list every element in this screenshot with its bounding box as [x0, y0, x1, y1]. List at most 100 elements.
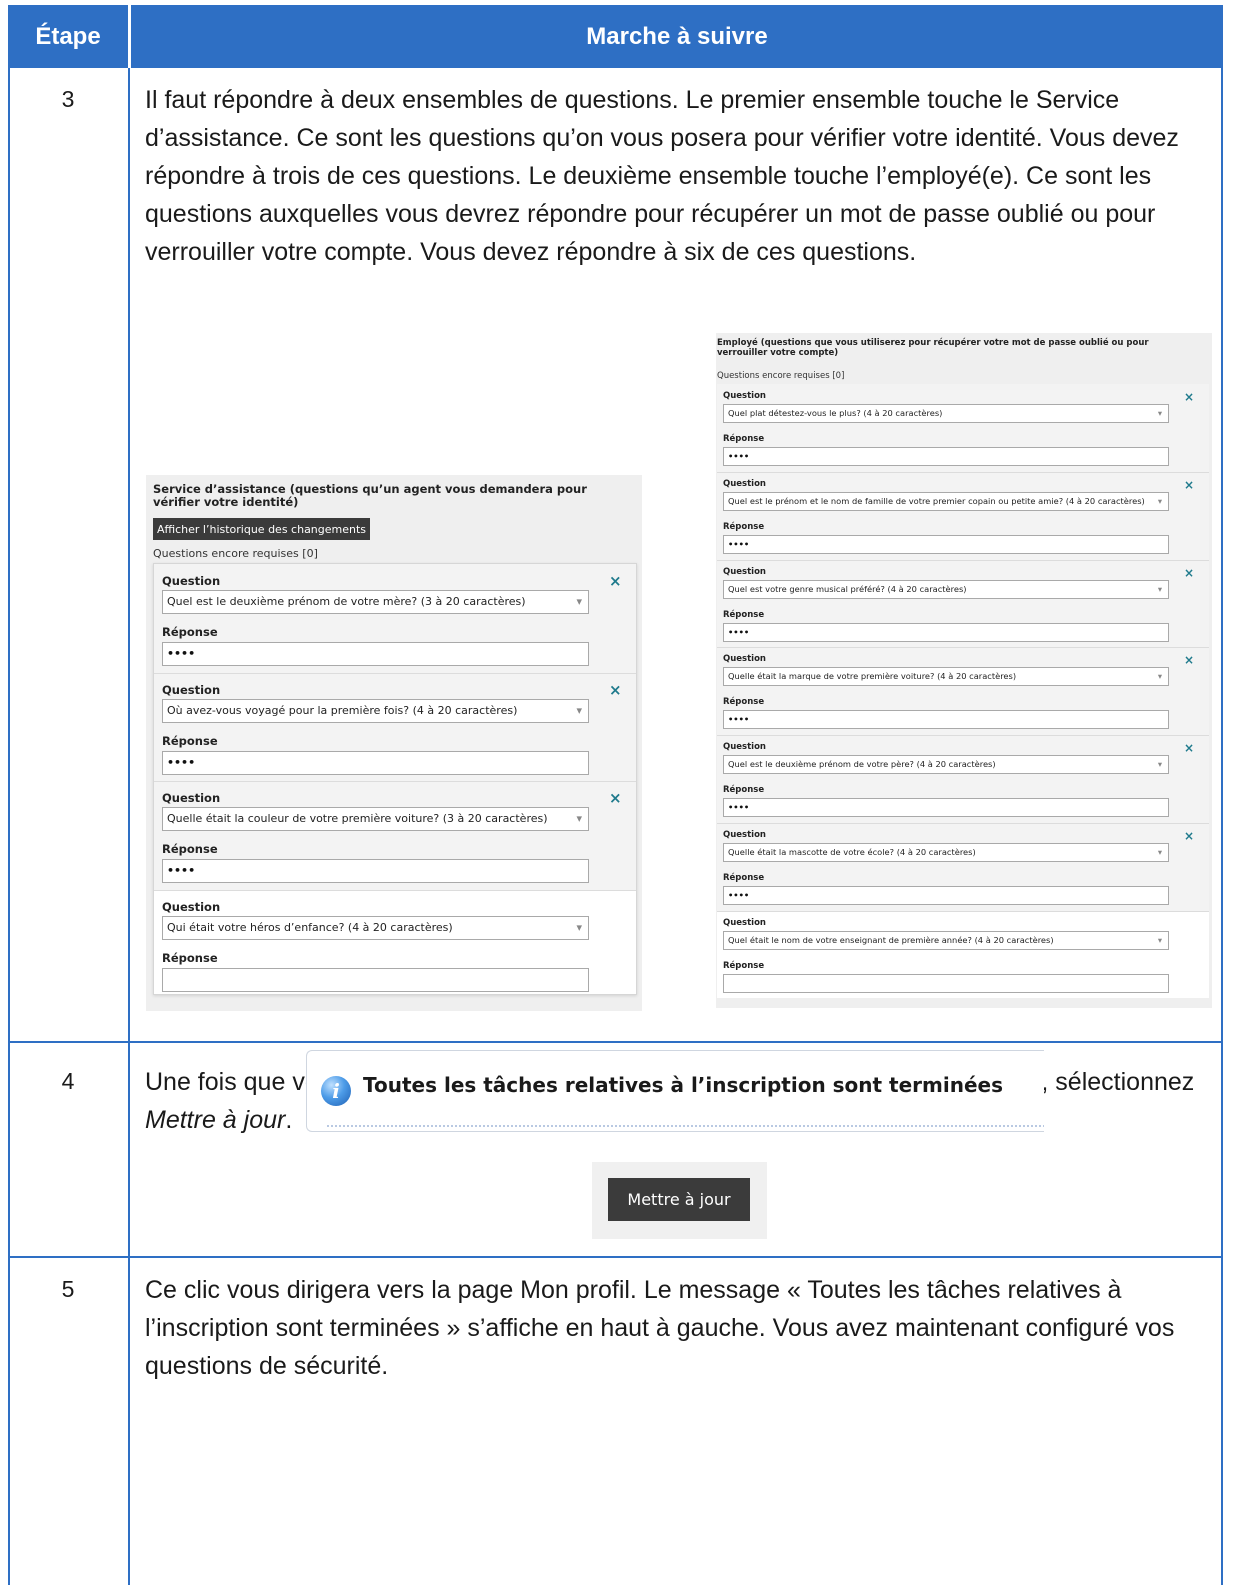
question-item: Question Qui était votre héros d’enfance?…: [154, 889, 636, 999]
column-header-procedure: Marche à suivre: [586, 22, 768, 50]
answer-input[interactable]: ••••: [723, 534, 1169, 554]
question-item: Question Quel est le prénom et le nom de …: [717, 471, 1209, 560]
item-divider: [154, 889, 636, 891]
panel-title: Service d’assistance (questions qu’un ag…: [153, 482, 587, 509]
remove-question-icon[interactable]: ×: [1184, 653, 1194, 667]
question-select[interactable]: Qui était votre héros d’enfance? (4 à 20…: [162, 915, 589, 940]
answer-input[interactable]: ••••: [162, 750, 589, 775]
question-select[interactable]: Où avez-vous voyagé pour la première foi…: [162, 698, 589, 723]
item-divider: [717, 735, 1209, 737]
question-text: Où avez-vous voyagé pour la première foi…: [167, 703, 518, 717]
answer-label: Réponse: [723, 697, 765, 708]
question-select[interactable]: Quelle était la couleur de votre premièr…: [162, 807, 589, 831]
chevron-down-icon: ▾: [1154, 668, 1162, 686]
chevron-down-icon: ▾: [573, 916, 582, 939]
question-label: Question: [162, 682, 221, 697]
answer-label: Réponse: [723, 434, 765, 444]
question-select[interactable]: Quelle était la mascotte de votre école?…: [723, 843, 1169, 862]
remove-question-icon[interactable]: ×: [609, 572, 622, 590]
question-item: Question Quel était le nom de votre ensei…: [717, 910, 1209, 999]
update-button[interactable]: Mettre à jour: [608, 1178, 750, 1221]
chevron-down-icon: ▾: [573, 699, 582, 722]
answer-input[interactable]: ••••: [162, 642, 589, 666]
banner-divider: [327, 1125, 1044, 1127]
question-select[interactable]: Quel était le nom de votre enseignant de…: [723, 930, 1169, 950]
step-text: Il faut répondre à deux ensembles de que…: [145, 86, 1179, 266]
question-label: Question: [723, 391, 766, 401]
question-label: Question: [162, 791, 221, 805]
question-text: Quelle était la couleur de votre premièr…: [167, 812, 548, 825]
step-text-part: .: [285, 1106, 293, 1134]
question-select[interactable]: Quelle était la marque de votre première…: [723, 667, 1169, 687]
question-text: Quelle était la marque de votre première…: [728, 671, 1017, 682]
employee-questions-panel: Employé (questions que vous utiliserez p…: [716, 333, 1212, 1008]
answer-label: Réponse: [162, 733, 218, 748]
remove-question-icon[interactable]: ×: [1184, 478, 1194, 492]
chevron-down-icon: ▾: [1154, 405, 1162, 422]
remove-question-icon[interactable]: ×: [609, 789, 622, 807]
answer-input[interactable]: ••••: [723, 622, 1169, 642]
panel-title: Employé (questions que vous utiliserez p…: [717, 338, 1149, 358]
question-text: Quelle était la mascotte de votre école?…: [728, 847, 976, 857]
question-text: Quel était le nom de votre enseignant de…: [728, 934, 1054, 945]
question-text: Quel est le prénom et le nom de famille …: [728, 495, 1145, 506]
answer-input[interactable]: ••••: [723, 710, 1169, 730]
answer-input[interactable]: ••••: [723, 886, 1169, 905]
table-right-border: [1221, 68, 1223, 1585]
step-text: Ce clic vous dirigera vers la page Mon p…: [145, 1276, 1175, 1380]
question-item: Question Quelle était la couleur de votre…: [154, 781, 636, 890]
chevron-down-icon: ▾: [1154, 580, 1162, 598]
question-item: Question Quelle était la marque de votre …: [717, 647, 1209, 736]
question-label: Question: [162, 574, 221, 588]
remove-question-icon[interactable]: ×: [1184, 390, 1194, 404]
question-label: Question: [723, 742, 766, 753]
answer-label: Réponse: [162, 842, 218, 856]
question-select[interactable]: Quel est le deuxième prénom de votre mèr…: [162, 590, 589, 614]
item-divider: [717, 471, 1209, 473]
step-text-emphasis: Mettre à jour: [145, 1106, 286, 1134]
question-label: Question: [723, 830, 766, 840]
question-item: Question Quel plat détestez-vous le plus?…: [717, 384, 1209, 472]
chevron-down-icon: ▾: [1154, 756, 1162, 774]
item-divider: [717, 910, 1209, 912]
row-divider: [8, 1041, 1223, 1043]
question-list: Question Quel est le deuxième prénom de v…: [153, 563, 637, 995]
remove-question-icon[interactable]: ×: [1184, 829, 1194, 843]
answer-label: Réponse: [723, 960, 765, 971]
chevron-down-icon: ▾: [573, 808, 582, 830]
item-divider: [154, 781, 636, 782]
remove-question-icon[interactable]: ×: [1184, 741, 1194, 755]
required-count: Questions encore requises [0]: [153, 547, 318, 560]
answer-input[interactable]: ••••: [162, 859, 589, 883]
update-button-screenshot: Mettre à jour: [592, 1162, 767, 1239]
remove-question-icon[interactable]: ×: [609, 681, 622, 699]
item-divider: [717, 647, 1209, 649]
show-history-button[interactable]: Afficher l’historique des changements: [153, 518, 370, 540]
item-divider: [154, 672, 636, 674]
answer-input[interactable]: [723, 973, 1169, 993]
answer-label: Réponse: [723, 521, 765, 532]
info-icon: i: [321, 1076, 351, 1106]
question-text: Quel est le deuxième prénom de votre mèr…: [167, 595, 526, 608]
banner-message: Toutes les tâches relatives à l’inscript…: [363, 1073, 1004, 1097]
question-item: Question Quel est votre genre musical pré…: [717, 559, 1209, 648]
question-item: Question Quel est le deuxième prénom de v…: [154, 564, 636, 673]
question-label: Question: [723, 566, 766, 577]
answer-input[interactable]: ••••: [723, 798, 1169, 818]
table-left-border: [8, 68, 10, 1585]
question-select[interactable]: Quel est votre genre musical préféré? (4…: [723, 579, 1169, 599]
question-select[interactable]: Quel est le prénom et le nom de famille …: [723, 491, 1169, 511]
remove-question-icon[interactable]: ×: [1184, 566, 1194, 580]
question-label: Question: [723, 917, 766, 928]
question-select[interactable]: Quel est le deuxième prénom de votre pèr…: [723, 755, 1169, 775]
answer-input[interactable]: [162, 967, 589, 992]
column-divider: [128, 68, 130, 1585]
question-label: Question: [723, 654, 766, 665]
question-item: Question Quel est le deuxième prénom de v…: [717, 735, 1209, 823]
answer-label: Réponse: [723, 609, 765, 620]
registration-complete-banner: i Toutes les tâches relatives à l’inscri…: [306, 1050, 1044, 1132]
question-select[interactable]: Quel plat détestez-vous le plus? (4 à 20…: [723, 404, 1169, 423]
row-divider: [8, 1256, 1223, 1258]
answer-input[interactable]: ••••: [723, 447, 1169, 466]
column-header-step: Étape: [35, 22, 101, 50]
